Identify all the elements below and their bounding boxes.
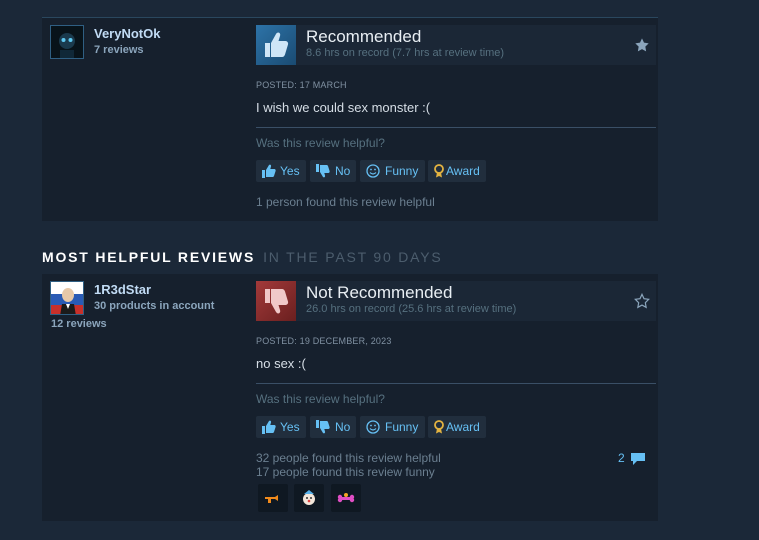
avatar[interactable] bbox=[50, 281, 84, 315]
section-heading: MOST HELPFUL REVIEWS IN THE PAST 90 DAYS bbox=[42, 249, 443, 265]
star-icon[interactable] bbox=[634, 37, 650, 53]
comments-count: 2 bbox=[617, 451, 625, 465]
found-funny: 17 people found this review funny bbox=[256, 465, 435, 479]
no-label: No bbox=[335, 164, 351, 178]
helpful-question: Was this review helpful? bbox=[256, 392, 385, 406]
hours-on-record: 26.0 hrs on record (25.6 hrs at review t… bbox=[306, 303, 517, 315]
vote-header[interactable]: Not Recommended 26.0 hrs on record (25.6… bbox=[256, 281, 656, 321]
review-card: 1R3dStar 30 products in account 12 revie… bbox=[42, 274, 658, 521]
comments-link[interactable]: 2 bbox=[618, 451, 646, 466]
found-helpful: 32 people found this review helpful bbox=[256, 451, 441, 465]
yes-button[interactable]: Yes bbox=[256, 160, 306, 182]
clown-award-icon[interactable] bbox=[294, 484, 324, 512]
thumbs-up-icon bbox=[262, 164, 276, 178]
no-button[interactable]: No bbox=[310, 160, 356, 182]
divider bbox=[256, 127, 656, 128]
review-card: VeryNotOk 7 reviews Recommended 8.6 hrs … bbox=[42, 18, 658, 221]
review-content: no sex :( bbox=[256, 356, 306, 371]
award-label: Award bbox=[446, 164, 480, 178]
section-subtitle: IN THE PAST 90 DAYS bbox=[263, 249, 443, 265]
thumbs-down-icon bbox=[316, 420, 330, 434]
author-name[interactable]: VeryNotOk bbox=[94, 26, 160, 41]
award-button[interactable]: Award bbox=[428, 416, 486, 438]
award-ribbon-icon bbox=[434, 164, 444, 178]
thumbs-up-icon bbox=[262, 420, 276, 434]
hours-on-record: 8.6 hrs on record (7.7 hrs at review tim… bbox=[306, 47, 505, 59]
posted-date: POSTED: 17 MARCH bbox=[256, 80, 347, 90]
vote-title[interactable]: Recommended bbox=[306, 27, 421, 47]
funny-button[interactable]: Funny bbox=[360, 160, 425, 182]
found-helpful: 1 person found this review helpful bbox=[256, 195, 435, 209]
helpful-question: Was this review helpful? bbox=[256, 136, 385, 150]
yes-label: Yes bbox=[280, 164, 300, 178]
comment-bubble-icon bbox=[631, 452, 645, 465]
thumbs-down-icon bbox=[256, 281, 296, 321]
thumbs-down-icon bbox=[316, 164, 330, 178]
sword-award-icon[interactable] bbox=[258, 484, 288, 512]
yes-label: Yes bbox=[280, 420, 300, 434]
avatar[interactable] bbox=[50, 25, 84, 59]
author-review-count[interactable]: 7 reviews bbox=[94, 44, 144, 56]
smiley-icon bbox=[366, 420, 380, 434]
award-label: Award bbox=[446, 420, 480, 434]
review-content: I wish we could sex monster :( bbox=[256, 100, 431, 115]
funny-label: Funny bbox=[385, 420, 419, 434]
thumbs-up-icon bbox=[256, 25, 296, 65]
author-products[interactable]: 30 products in account bbox=[94, 300, 214, 312]
smiley-icon bbox=[366, 164, 380, 178]
award-ribbon-icon bbox=[434, 420, 444, 434]
vote-header[interactable]: Recommended 8.6 hrs on record (7.7 hrs a… bbox=[256, 25, 656, 65]
no-label: No bbox=[335, 420, 351, 434]
funny-label: Funny bbox=[385, 164, 419, 178]
star-outline-icon[interactable] bbox=[634, 292, 650, 309]
award-button[interactable]: Award bbox=[428, 160, 486, 182]
bone-award-icon[interactable] bbox=[331, 484, 361, 512]
section-title: MOST HELPFUL REVIEWS bbox=[42, 249, 256, 265]
divider bbox=[256, 383, 656, 384]
author-name[interactable]: 1R3dStar bbox=[94, 282, 151, 297]
vote-title[interactable]: Not Recommended bbox=[306, 283, 452, 303]
posted-date: POSTED: 19 DECEMBER, 2023 bbox=[256, 336, 392, 346]
yes-button[interactable]: Yes bbox=[256, 416, 306, 438]
no-button[interactable]: No bbox=[310, 416, 356, 438]
author-review-count[interactable]: 12 reviews bbox=[51, 318, 107, 330]
funny-button[interactable]: Funny bbox=[360, 416, 425, 438]
